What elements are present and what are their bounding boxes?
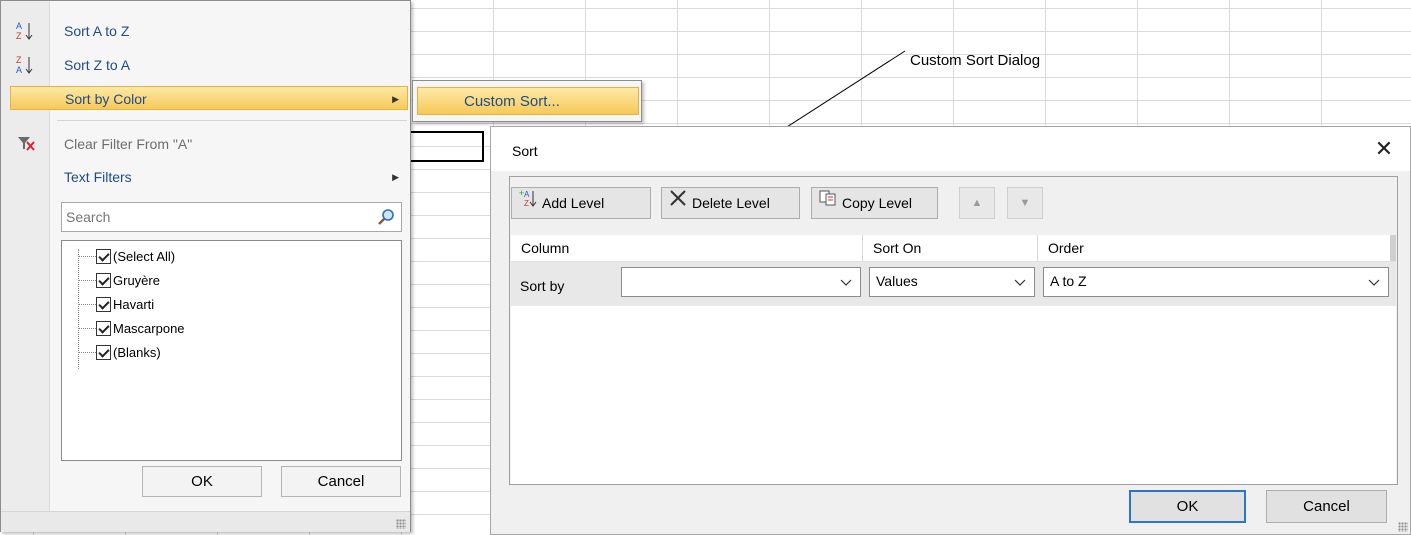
move-down-button[interactable]: ▼: [1007, 187, 1043, 219]
menu-item-label: Text Filters: [64, 169, 132, 185]
search-input[interactable]: [62, 203, 362, 231]
svg-text:Z: Z: [16, 55, 22, 65]
checkbox[interactable]: [96, 320, 111, 336]
list-item[interactable]: Gruyère: [78, 270, 160, 290]
checkbox[interactable]: [96, 272, 111, 288]
menu-item-sort-z-to-a[interactable]: ZA Sort Z to A: [7, 53, 407, 77]
close-icon[interactable]: ✕: [1372, 137, 1396, 161]
svg-text:A: A: [524, 190, 530, 199]
menu-resize-bar: [1, 511, 410, 532]
add-level-button[interactable]: + A Z Add Level: [511, 187, 651, 219]
sort-z-to-a-icon: ZA: [15, 55, 37, 75]
column-header-column: Column: [511, 235, 863, 261]
list-item[interactable]: (Select All): [78, 246, 175, 266]
chevron-down-icon: [840, 279, 852, 286]
add-level-icon: + A Z: [518, 188, 538, 219]
dialog-title-bar: Sort ✕: [491, 127, 1410, 171]
sort-levels-grid: Column Sort On Order Sort by Values A to…: [511, 235, 1396, 484]
excel-window: Custom Sort Dialog AZ Sort A to Z ZA Sor…: [0, 0, 1411, 535]
menu-separator: [57, 120, 407, 121]
menu-item-sort-by-color[interactable]: Sort by Color ▶: [10, 86, 408, 110]
menu-icon-gutter: [1, 1, 50, 511]
clear-filter-icon: [15, 134, 37, 154]
copy-icon: [818, 188, 838, 219]
move-up-button[interactable]: ▲: [959, 187, 995, 219]
menu-item-clear-filter[interactable]: Clear Filter From "A": [7, 132, 407, 156]
delete-icon: [668, 188, 688, 219]
checkbox[interactable]: [96, 248, 111, 264]
sort-by-color-submenu: Custom Sort...: [412, 80, 642, 122]
filter-values-list[interactable]: (Select All) Gruyère Havarti Mascarpone: [61, 240, 402, 461]
filter-cancel-button[interactable]: Cancel: [281, 466, 401, 497]
sort-level-row[interactable]: Sort by Values A to Z: [511, 262, 1396, 306]
list-item-label: (Blanks): [113, 344, 161, 360]
dialog-resize-grip-icon[interactable]: [1398, 522, 1408, 532]
sort-on-select[interactable]: Values: [869, 267, 1035, 297]
filter-search-box[interactable]: [61, 202, 402, 232]
menu-item-label: Sort A to Z: [64, 23, 130, 39]
autofilter-dropdown: AZ Sort A to Z ZA Sort Z to A Sort by Co…: [0, 0, 411, 532]
checkbox[interactable]: [96, 296, 111, 312]
header-scrollbar[interactable]: [1390, 235, 1396, 261]
copy-level-label: Copy Level: [842, 195, 913, 211]
sort-levels-panel: + A Z Add Level Delete Level Copy Level ▲ …: [509, 176, 1398, 485]
search-icon[interactable]: [377, 208, 395, 226]
column-header-sort-on: Sort On: [863, 235, 1038, 261]
add-level-label: Add Level: [542, 195, 605, 211]
resize-grip-icon[interactable]: [396, 519, 406, 529]
list-item-label: Havarti: [113, 296, 155, 312]
active-cell[interactable]: [408, 131, 484, 162]
submenu-arrow-icon: ▶: [392, 172, 399, 182]
chevron-down-icon: [1368, 279, 1380, 286]
dialog-title: Sort: [512, 143, 538, 159]
column-select[interactable]: [621, 267, 861, 297]
menu-item-label: Sort Z to A: [64, 57, 131, 73]
menu-item-label: Custom Sort...: [464, 93, 560, 110]
list-item[interactable]: (Blanks): [78, 342, 161, 362]
list-item[interactable]: Havarti: [78, 294, 154, 314]
menu-item-label: Clear Filter From "A": [64, 136, 193, 152]
menu-item-custom-sort[interactable]: Custom Sort...: [417, 87, 639, 115]
sort-dialog: Sort ✕ +AZ Add Level Delete Level Copy: [490, 126, 1411, 535]
menu-item-text-filters[interactable]: Text Filters ▶: [7, 165, 407, 189]
menu-item-label: Sort by Color: [65, 91, 147, 107]
annotation-label: Custom Sort Dialog: [910, 52, 1041, 69]
list-item-label: Mascarpone: [113, 320, 185, 336]
list-item-label: Gruyère: [113, 272, 160, 288]
dialog-cancel-button[interactable]: Cancel: [1266, 490, 1387, 523]
chevron-down-icon: [1014, 279, 1026, 286]
copy-level-button[interactable]: Copy Level: [811, 187, 938, 219]
submenu-arrow-icon: ▶: [392, 94, 399, 104]
sort-on-select-value: Values: [876, 273, 918, 289]
list-item[interactable]: Mascarpone: [78, 318, 185, 338]
sort-a-to-z-icon: AZ: [15, 21, 37, 41]
order-select[interactable]: A to Z: [1043, 267, 1389, 297]
sort-by-label: Sort by: [520, 278, 565, 294]
svg-text:A: A: [16, 65, 22, 75]
checkbox[interactable]: [96, 344, 111, 360]
column-header-order: Order: [1048, 240, 1084, 256]
svg-text:A: A: [16, 21, 22, 31]
menu-item-sort-a-to-z[interactable]: AZ Sort A to Z: [7, 19, 407, 43]
list-item-label: (Select All): [113, 248, 176, 264]
dialog-ok-button[interactable]: OK: [1129, 490, 1246, 523]
delete-level-label: Delete Level: [692, 195, 770, 211]
filter-ok-button[interactable]: OK: [142, 466, 262, 497]
svg-text:Z: Z: [524, 199, 529, 208]
svg-text:Z: Z: [16, 31, 22, 41]
delete-level-button[interactable]: Delete Level: [661, 187, 800, 219]
order-select-value: A to Z: [1050, 273, 1087, 289]
